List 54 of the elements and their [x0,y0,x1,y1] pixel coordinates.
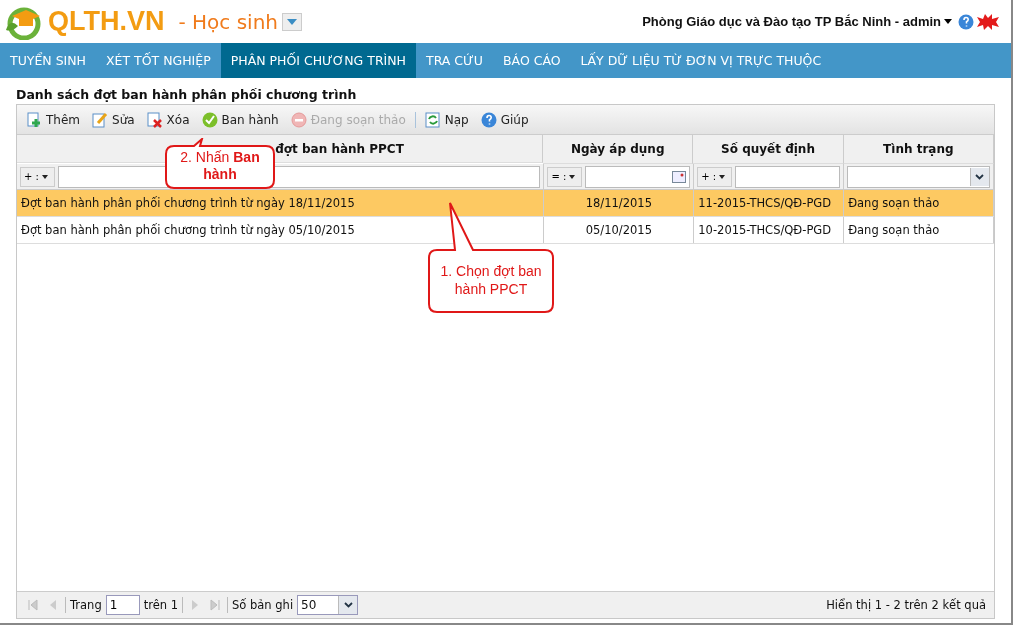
stop-icon [290,111,307,128]
table-row[interactable]: Đợt ban hành phân phối chương trình từ ngày 18/11/2015 18/11/2015 11-2015-THCS/QĐ-PGD Đang soạn thảo [17,190,994,217]
table-cell: 18/11/2015 [585,196,652,210]
table-cell: Đang soạn thảo [848,223,940,237]
column-header[interactable]: Ngày áp dụng [543,135,694,164]
user-menu[interactable]: Phòng Giáo dục và Đào tạo TP Bắc Ninh - admin [642,14,941,29]
page-size-dropdown[interactable]: 50 [297,595,359,615]
chevron-down-icon [975,173,985,180]
caret-icon [569,174,576,179]
starburst-icon[interactable] [977,13,999,30]
toolbar-button[interactable]: Giúp [475,111,534,128]
caret-icon [287,18,298,25]
page-title: Danh sách đợt ban hành phân phối chương trình [16,86,358,104]
refresh-icon [424,111,441,128]
filter-operator[interactable]: = : [547,166,583,187]
filter-operator[interactable]: + : [697,166,733,187]
table-cell: Đang soạn thảo [848,196,940,210]
table-cell: 11-2015-THCS/QĐ-PGD [698,196,832,210]
filter-field[interactable] [585,165,691,188]
filter-dropdown[interactable] [847,165,990,188]
help-icon [480,111,497,128]
caret-icon [944,19,952,24]
help-icon[interactable] [958,13,974,30]
page-total: trên 1 [143,598,179,612]
filter-field[interactable] [735,165,841,188]
toolbar-button[interactable]: Thêm [21,111,85,128]
page-size-label: Số bản ghi [232,598,294,612]
logo-text: QLTH.VN [48,6,165,37]
module-dropdown[interactable] [282,12,303,31]
toolbar-button[interactable]: Sửa [87,111,140,128]
edit-document-icon [92,111,108,128]
record-summary: Hiển thị 1 - 2 trên 2 kết quả [826,598,986,612]
nav-tab[interactable]: PHÂN PHỐI CHƯƠNG TRÌNH [220,43,416,78]
add-document-icon [26,111,42,128]
table-cell: Đợt ban hành phân phối chương trình từ ngày 05/10/2015 [21,223,355,237]
toolbar-button[interactable]: Xóa [141,111,195,128]
caret-icon [719,174,726,179]
module-title: - Học sinh [178,9,279,34]
delete-document-icon [146,111,163,128]
toolbar-button[interactable]: Nạp [419,111,474,128]
table-cell: Đợt ban hành phân phối chương trình từ ngày 18/11/2015 [21,196,355,210]
page-input[interactable]: 1 [105,595,140,615]
caret-icon [41,174,48,179]
toolbar-button[interactable]: Ban hành [196,111,284,128]
page-label: Trang [70,598,102,612]
column-header[interactable]: Số quyết định [693,135,844,164]
filter-operator[interactable]: + : [20,166,55,187]
chevron-down-icon [343,602,353,608]
table-cell: 05/10/2015 [585,223,652,237]
table-cell: 10-2015-THCS/QĐ-PGD [698,223,832,237]
column-header[interactable]: Tình trạng [843,135,994,164]
checkmark-icon [201,111,218,128]
callout-tooltip: 1. Chọn đợt ban hành PPCT [425,202,557,316]
calendar-icon[interactable] [672,170,687,183]
